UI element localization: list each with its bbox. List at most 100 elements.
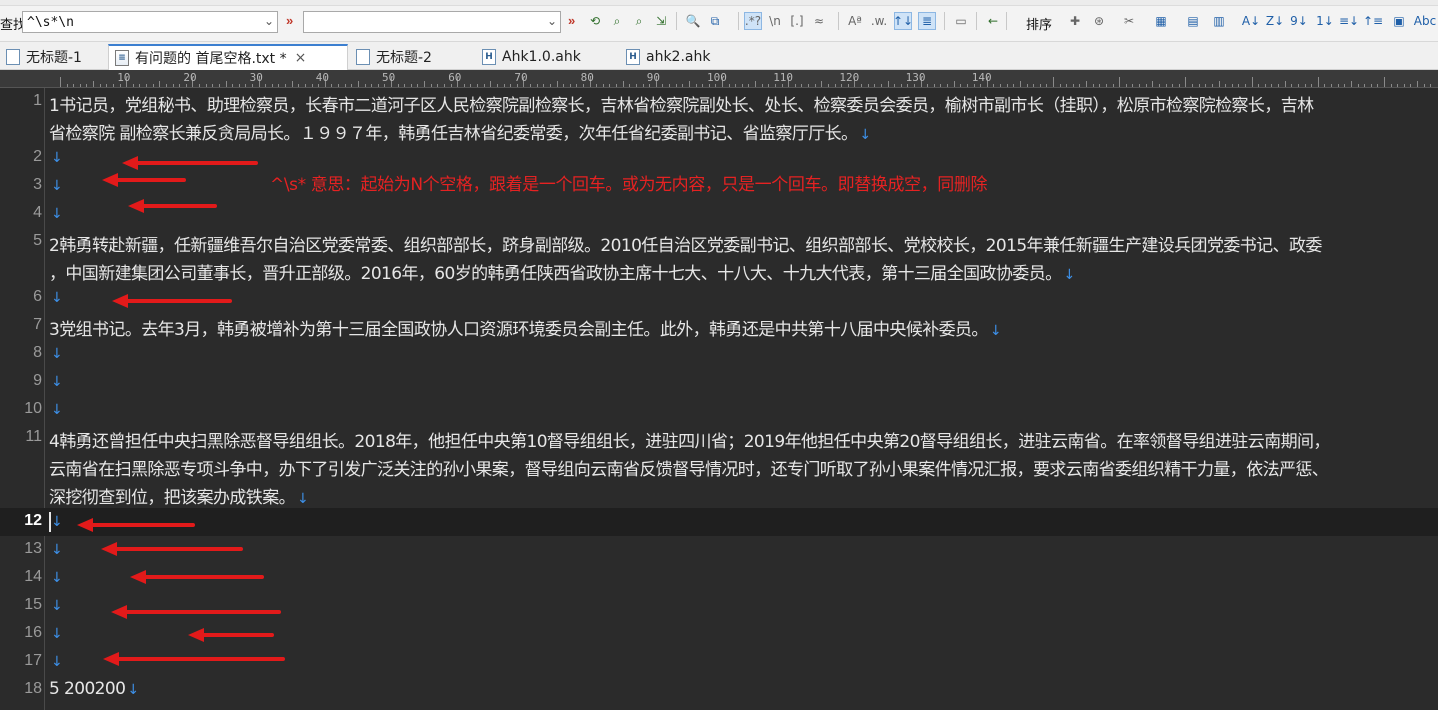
spellcheck-icon[interactable]: Abc — [1414, 12, 1436, 30]
ruler-tick — [417, 84, 419, 87]
tab-untitled-2[interactable]: 无标题-2 — [350, 44, 474, 70]
line-content: 4韩勇还曾担任中央扫黑除恶督导组组长。2018年，他担任中央第10督导组组长，进… — [49, 432, 1330, 452]
editor-line[interactable]: 1 1书记员，党组秘书、助理检察员，长春市二道河子区人民检察院副检察长，吉林省检察… — [0, 88, 1438, 116]
find-input[interactable]: ^\s*\n ⌄ — [22, 11, 278, 33]
ruler-tick — [1092, 84, 1094, 87]
editor-line[interactable]: 12 ↓ — [0, 508, 1438, 536]
tab-ahk1[interactable]: H Ahk1.0.ahk — [476, 44, 620, 70]
ruler-tick — [79, 84, 81, 87]
toolbar-separator — [838, 12, 839, 30]
ruler-tick — [814, 84, 816, 87]
text-editor[interactable]: 1 1书记员，党组秘书、助理检察员，长春市二道河子区人民检察院副检察长，吉林省检察… — [0, 88, 1438, 710]
dedupe-icon[interactable]: ▣ — [1390, 12, 1408, 30]
back-icon[interactable]: ← — [984, 12, 1002, 30]
close-icon[interactable]: × — [295, 50, 307, 66]
editor-line[interactable]: 11 4韩勇还曾担任中央扫黑除恶督导组组长。2018年，他担任中央第10督导组组长… — [0, 424, 1438, 452]
ruler-tick — [516, 84, 518, 87]
ruler-tick — [298, 84, 300, 87]
window-icon[interactable]: ▭ — [952, 12, 970, 30]
tab-untitled-1[interactable]: 无标题-1 — [0, 44, 108, 70]
ruler-tick — [609, 84, 611, 87]
line-number: 3 — [33, 176, 42, 193]
ruler-tick — [1417, 81, 1419, 87]
editor-line[interactable]: 7 3党组书记。去年3月，韩勇被增补为第十三届全国政协人口资源环境委员会副主任。此… — [0, 312, 1438, 340]
toolbar-separator — [738, 12, 739, 30]
ruler-tick — [940, 84, 942, 87]
grid-icon[interactable]: ▦ — [1152, 12, 1170, 30]
expand-replace-icon[interactable]: » — [286, 13, 293, 28]
ruler-tick — [1357, 84, 1359, 87]
editor-line[interactable]: 10 ↓ — [0, 396, 1438, 424]
editor-line[interactable]: 15 ↓ — [0, 592, 1438, 620]
line-text: 云南省在扫黑除恶专项斗争中，办下了引发广泛关注的孙小果案，督导组向云南省反馈督导… — [49, 455, 1329, 480]
sort-label[interactable]: 排序 — [1026, 14, 1052, 33]
settings-icon[interactable]: ⊛ — [1090, 12, 1108, 30]
line-number: 14 — [24, 568, 42, 585]
editor-line[interactable]: 深挖彻查到位，把该案办成铁案。 ↓ — [0, 480, 1438, 508]
ruler-tick — [139, 84, 141, 87]
ruler-tick — [496, 84, 498, 87]
line-break-icon: ↓ — [51, 654, 63, 670]
tab-active-file[interactable]: ≡ 有问题的 首尾空格.txt * × — [108, 44, 348, 70]
ruler-tick — [530, 84, 532, 87]
line-text: 2韩勇转赴新疆，任新疆维吾尔自治区党委常委、组织部部长，跻身副部级。2010任自… — [49, 231, 1322, 256]
replace-icon[interactable]: ⇲ — [652, 12, 670, 30]
line-break-icon: ↓ — [51, 150, 63, 166]
line-text: 5 200200 ↓ — [49, 679, 139, 699]
find-prev-icon[interactable]: ⌕ — [608, 12, 626, 30]
editor-line[interactable]: 云南省在扫黑除恶专项斗争中，办下了引发广泛关注的孙小果案，督导组向云南省反馈督导… — [0, 452, 1438, 480]
editor-line[interactable]: 18 5 200200 ↓ — [0, 676, 1438, 704]
ruler-tick — [265, 84, 267, 87]
sort-num-asc-icon[interactable]: 1↓ — [1316, 12, 1334, 30]
copy-results-icon[interactable]: ⧉ — [706, 12, 724, 30]
fuzzy-icon[interactable]: ≈ — [810, 12, 828, 30]
regex-toggle-icon[interactable]: .*? — [744, 12, 762, 30]
sort-za-icon[interactable]: Z↓ — [1266, 12, 1284, 30]
sort-lines-desc-icon[interactable]: ≡↓ — [1339, 12, 1359, 30]
ruler-tick — [1311, 84, 1313, 87]
ruler-tick — [205, 84, 207, 87]
ruler-tick — [874, 84, 876, 87]
sort-lines-asc-icon[interactable]: ↑≡ — [1363, 12, 1383, 30]
more-options-icon[interactable]: » — [568, 13, 575, 28]
find-all-icon[interactable]: ⌕ — [630, 12, 648, 30]
chevron-down-icon[interactable]: ⌄ — [547, 14, 557, 28]
table-icon[interactable]: ▤ — [1184, 12, 1202, 30]
editor-line[interactable]: 6 ↓ — [0, 284, 1438, 312]
editor-line[interactable]: 8 ↓ — [0, 340, 1438, 368]
editor-line[interactable]: 省检察院 副检察长兼反贪局局长。１９９７年，韩勇任吉林省纪委常委，次年任省纪委副… — [0, 116, 1438, 144]
updown-icon[interactable]: ↑↓ — [893, 12, 913, 30]
editor-line[interactable]: 2 ↓ — [0, 144, 1438, 172]
word-icon[interactable]: .w. — [870, 12, 888, 30]
search-options-icon[interactable]: 🔍 — [684, 12, 702, 30]
replace-input[interactable]: ⌄ — [303, 11, 561, 33]
brackets-icon[interactable]: [.] — [788, 12, 806, 30]
case-icon[interactable]: Aª — [846, 12, 864, 30]
editor-line[interactable]: 5 2韩勇转赴新疆，任新疆维吾尔自治区党委常委、组织部部长，跻身副部级。2010任… — [0, 228, 1438, 256]
add-icon[interactable]: ✚ — [1066, 12, 1084, 30]
line-break-icon: ↓ — [51, 290, 63, 306]
sort-az-icon[interactable]: A↓ — [1242, 12, 1260, 30]
ruler-tick — [1158, 84, 1160, 87]
line-text: ↓ — [49, 147, 63, 167]
find-next-icon[interactable]: ⟲ — [586, 12, 604, 30]
ruler-tick — [1251, 77, 1253, 87]
editor-line[interactable]: 17 ↓ — [0, 648, 1438, 676]
highlight-icon[interactable]: ≣ — [918, 12, 936, 30]
sort-num-desc-icon[interactable]: 9↓ — [1290, 12, 1308, 30]
line-break-icon: ↓ — [51, 178, 63, 194]
ruler-tick — [993, 84, 995, 87]
editor-line[interactable]: ，中国新建集团公司董事长，晋升正部级。2016年，60岁的韩勇任陕西省政协主席十… — [0, 256, 1438, 284]
column-icon[interactable]: ▥ — [1210, 12, 1228, 30]
line-text: ↓ — [49, 371, 63, 391]
escape-toggle-icon[interactable]: \n — [766, 12, 784, 30]
chevron-down-icon[interactable]: ⌄ — [264, 14, 274, 28]
cut-icon[interactable]: ✂ — [1120, 12, 1138, 30]
editor-line[interactable]: 9 ↓ — [0, 368, 1438, 396]
tab-ahk2[interactable]: H ahk2.ahk — [620, 44, 750, 70]
ruler-tick — [774, 84, 776, 87]
ruler-tick — [364, 84, 366, 87]
ruler-tick — [1264, 84, 1266, 87]
line-number: 9 — [33, 372, 42, 389]
ruler-tick — [510, 84, 512, 87]
